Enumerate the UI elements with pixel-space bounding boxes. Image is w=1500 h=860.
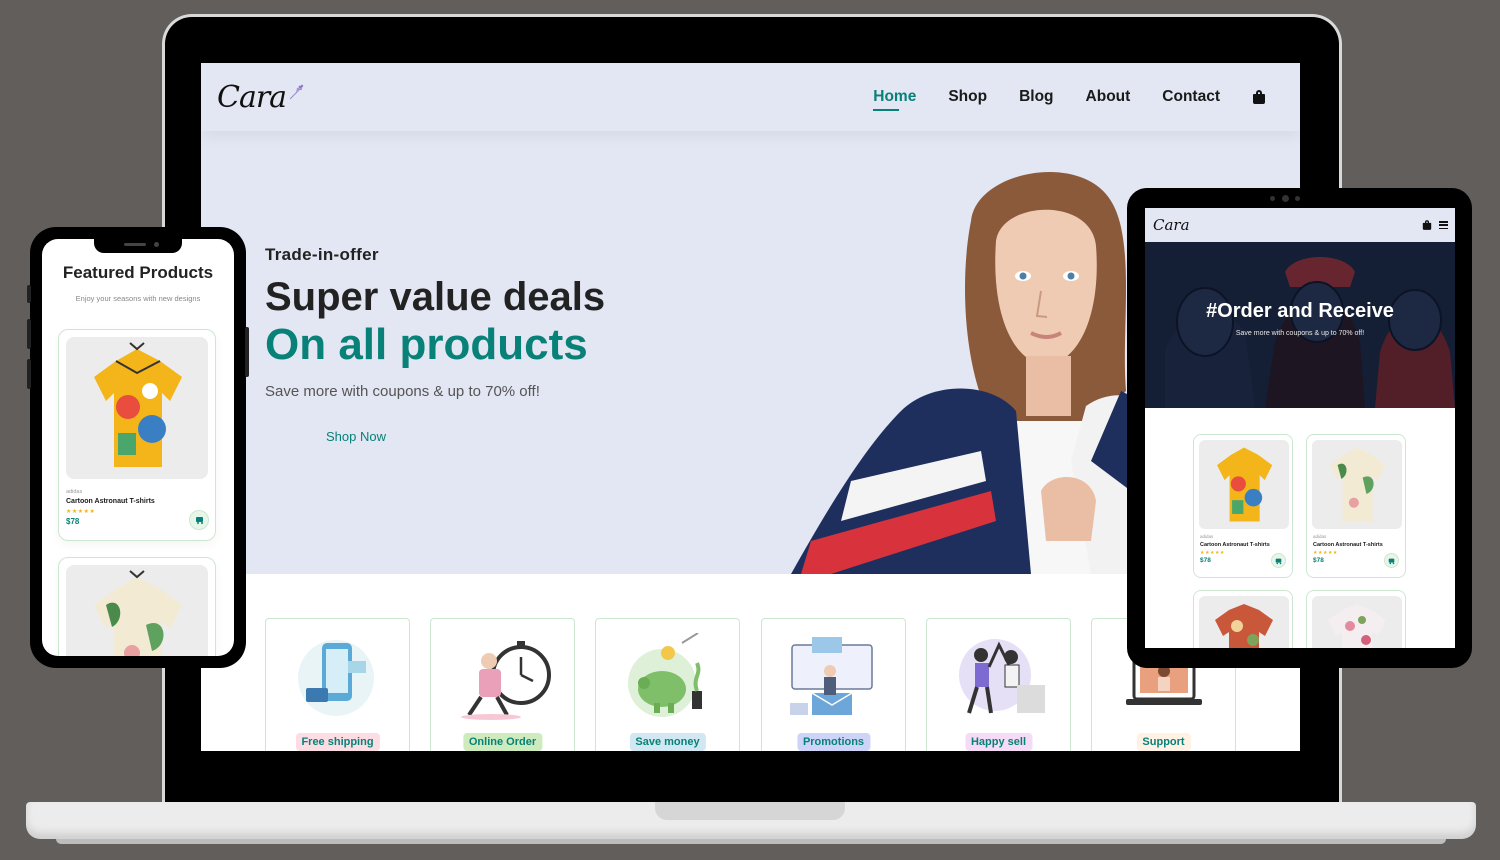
product-name: Cartoon Astronaut T-shirts [1200,542,1270,548]
product-price: $78 [1313,557,1324,564]
feature-label: Online Order [462,733,543,751]
product-card[interactable]: adidas Cartoon Astronaut T-shirts ★★★★★ … [1193,434,1293,578]
product-card[interactable] [1306,590,1406,648]
tablet-sensor [1295,196,1300,201]
banner-subtitle: Save more with coupons & up to 70% off! [1235,330,1365,337]
nav-blog[interactable]: Blog [1019,88,1053,106]
shop-now-button[interactable]: Shop Now [279,419,433,453]
shirt-image [94,570,182,656]
shopping-bag-icon[interactable] [1252,90,1266,104]
product-info: adidas Cartoon Astronaut T-shirts ★★★★★ … [66,487,155,527]
cart-icon [195,516,204,524]
hero-text: Trade-in-offer Super value deals On all … [265,245,605,400]
shirt-image [1330,447,1386,522]
piggy-bank-icon [628,633,702,717]
product-name: Cartoon Astronaut T-shirts [1313,542,1383,548]
nav-home[interactable]: Home [873,88,916,111]
product-info: adidas Cartoon Astronaut T-shirts ★★★★★ … [1200,533,1270,565]
menu-icon[interactable] [1439,221,1448,229]
nav-contact[interactable]: Contact [1162,88,1220,106]
stopwatch-courier-icon [461,641,551,720]
product-brand: adidas [66,489,83,495]
laptop-foot [56,839,1446,844]
shop-now-label: Shop Now [326,428,386,444]
add-to-cart-button[interactable] [1271,553,1286,568]
product-price: $78 [66,517,80,526]
product-rating: ★★★★★ [66,508,96,515]
product-image [66,565,208,656]
feature-card-promotions[interactable]: Promotions [761,618,906,751]
shopping-bag-icon[interactable] [1422,220,1432,230]
brand-logo[interactable]: Cara [217,80,306,115]
product-rating: ★★★★★ [1200,550,1225,556]
product-card[interactable] [58,557,216,656]
feature-label: Free shipping [295,733,380,751]
phone-side-button [27,285,31,303]
feature-label: Support [1136,733,1191,751]
product-image [1312,596,1402,648]
featured-products-subtitle: Enjoy your seasons with new designs [75,294,201,303]
product-info: adidas Cartoon Astronaut T-shirts ★★★★★ … [1313,533,1383,565]
mail-promotion-icon [790,637,873,715]
lavender-sprig-icon [289,84,304,99]
phone-delivery-icon [298,640,374,716]
feature-label: Happy sell [964,733,1033,751]
add-to-cart-button[interactable] [1384,553,1399,568]
main-nav: Home Shop Blog About Contact [873,88,1266,111]
product-name: Cartoon Astronaut T-shirts [66,498,155,505]
tablet-header: Cara [1145,208,1455,242]
tablet-screen: Cara #Order and Receive Save more with c… [1145,208,1455,648]
featured-products-title: Featured Products [62,263,214,282]
phone-volume-up [27,319,31,349]
nav-shop[interactable]: Shop [948,88,987,106]
order-banner: #Order and Receive Save more with coupon… [1145,242,1455,408]
site-header: Cara Home Shop Blog About Contact [201,63,1300,131]
shirt-image [1328,604,1386,648]
phone-volume-down [27,359,31,389]
hero-title: Super value deals [265,275,606,319]
tablet-header-icons [1420,218,1448,232]
shirt-image [1217,447,1273,522]
feature-card-happy-sell[interactable]: Happy sell [926,618,1071,751]
tablet-sensor [1270,196,1275,201]
phone-screen: Featured Products Enjoy your seasons wit… [42,239,234,656]
product-image [1199,596,1289,648]
banner-title: #Order and Receive [1206,300,1394,322]
hero-subtitle: Save more with coupons & up to 70% off! [265,383,540,400]
phone-power-button [245,327,249,377]
product-rating: ★★★★★ [1313,550,1338,556]
tablet-camera [1282,195,1289,202]
tablet-frame: Cara #Order and Receive Save more with c… [1127,188,1472,668]
cart-icon [1388,557,1395,564]
tablet-logo[interactable]: Cara [1153,216,1190,234]
add-to-cart-button[interactable] [189,510,209,530]
product-brand: adidas [1313,534,1327,539]
feature-card-online-order[interactable]: Online Order [430,618,575,751]
shirt-image [1215,604,1273,648]
feature-card-free-shipping[interactable]: Free shipping [265,618,410,751]
banner-illustration [1145,242,1455,408]
product-card[interactable]: adidas Cartoon Astronaut T-shirts ★★★★★ … [58,329,216,541]
product-image [66,337,208,479]
phone-frame: Featured Products Enjoy your seasons wit… [27,227,249,668]
feature-label: Save money [629,733,706,751]
feature-label: Promotions [796,733,871,751]
logo-text: Cara [217,79,287,115]
cart-icon [1275,557,1282,564]
hero-title-accent: On all products [265,320,588,369]
hero-eyebrow: Trade-in-offer [265,245,379,264]
product-brand: adidas [1200,534,1214,539]
laptop-notch [655,802,845,820]
nav-about[interactable]: About [1086,88,1131,106]
product-card[interactable]: adidas Cartoon Astronaut T-shirts ★★★★★ … [1306,434,1406,578]
feature-card-save-money[interactable]: Save money [595,618,740,751]
phone-notch [94,239,182,253]
high-five-icon [959,639,1045,714]
product-image [1312,440,1402,529]
product-image [1199,440,1289,529]
shirt-image [94,342,182,467]
product-card[interactable] [1193,590,1293,648]
product-price: $78 [1200,557,1211,564]
